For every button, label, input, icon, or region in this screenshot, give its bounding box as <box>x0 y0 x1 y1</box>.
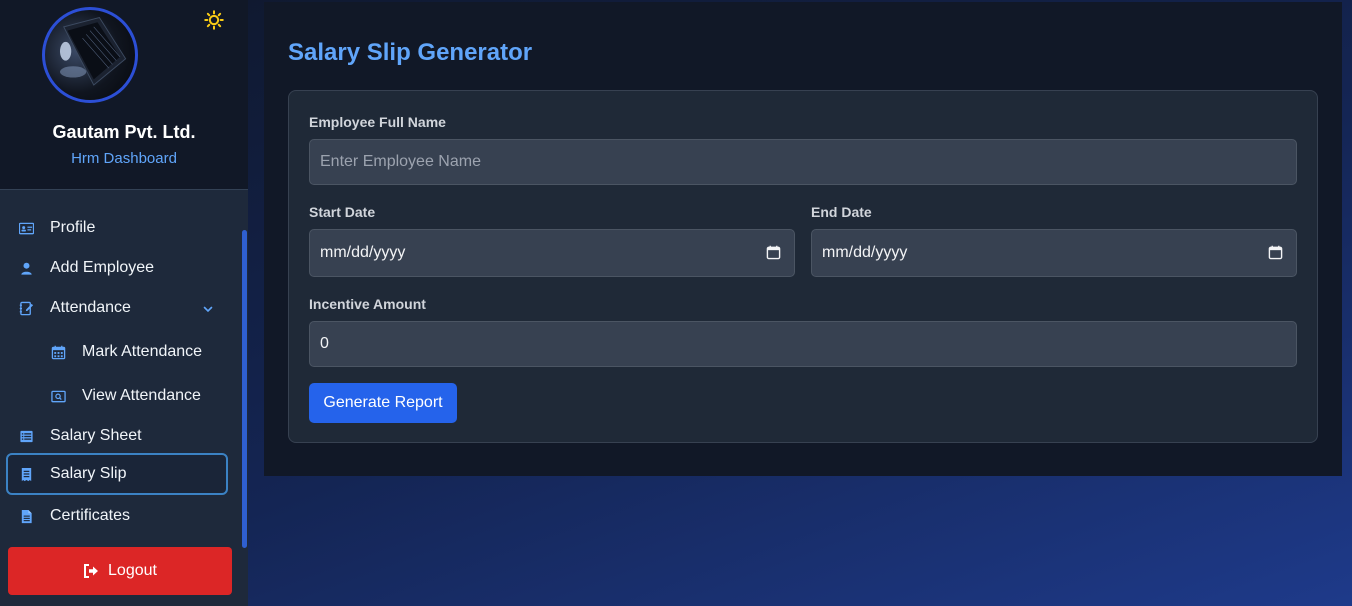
sun-icon <box>204 10 224 30</box>
sidebar-item-label: Profile <box>50 219 96 236</box>
sidebar-header: Gautam Pvt. Ltd. Hrm Dashboard <box>0 0 248 190</box>
sidebar-item-label: View Attendance <box>82 387 201 404</box>
logout-button[interactable]: Logout <box>8 547 232 595</box>
id-card-icon <box>18 220 34 236</box>
sidebar-item-certificates[interactable]: Certificates <box>6 495 228 537</box>
sign-out-icon <box>84 564 99 578</box>
sidebar-item-view-attendance[interactable]: View Attendance <box>6 375 228 417</box>
sidebar-item-label: Attendance <box>50 299 131 316</box>
sidebar-item-label: Mark Attendance <box>82 343 203 360</box>
sidebar-item-mark-attendance[interactable]: Mark Attendance <box>6 331 228 373</box>
end-date-field <box>811 229 1297 277</box>
start-date-field <box>309 229 795 277</box>
sidebar-item-salary-sheet[interactable]: Salary Sheet <box>6 415 228 457</box>
end-date-input[interactable] <box>811 229 1297 277</box>
document-icon <box>18 508 34 524</box>
salary-slip-form: Employee Full Name Start Date End Date I… <box>288 90 1318 443</box>
employee-name-input[interactable] <box>309 139 1297 185</box>
company-logo-avatar <box>42 7 138 103</box>
calendar-icon[interactable] <box>766 245 781 260</box>
search-window-icon <box>50 388 66 404</box>
generate-report-button[interactable]: Generate Report <box>309 383 457 423</box>
sidebar-item-label: Salary Sheet <box>50 427 142 444</box>
main-panel: Salary Slip Generator Employee Full Name… <box>264 2 1342 476</box>
sidebar-item-profile[interactable]: Profile <box>6 207 228 249</box>
sidebar-item-label: Add Employee <box>50 259 155 276</box>
employee-name-label: Employee Full Name <box>309 114 446 130</box>
incentive-amount-label: Incentive Amount <box>309 296 426 312</box>
sidebar-item-label: Salary Slip <box>50 465 127 482</box>
sidebar-scrollbar[interactable] <box>242 230 247 548</box>
sidebar-item-add-employee[interactable]: Add Employee <box>6 247 228 289</box>
list-icon <box>18 428 34 444</box>
dashboard-subtitle: Hrm Dashboard <box>71 150 177 167</box>
logout-label: Logout <box>108 562 157 579</box>
theme-toggle-button[interactable] <box>203 9 225 31</box>
user-icon <box>18 260 34 276</box>
start-date-input[interactable] <box>309 229 795 277</box>
end-date-label: End Date <box>811 204 872 220</box>
chevron-down-icon[interactable] <box>202 303 214 315</box>
receipt-icon <box>18 466 34 482</box>
calendar-icon[interactable] <box>1268 245 1283 260</box>
sidebar-item-label: Certificates <box>50 507 131 524</box>
sidebar-item-salary-slip[interactable]: Salary Slip <box>6 453 228 495</box>
incentive-amount-input[interactable] <box>309 321 1297 367</box>
notebook-pen-icon <box>18 300 34 316</box>
calendar-icon <box>50 344 66 360</box>
company-name: Gautam Pvt. Ltd. <box>52 122 196 142</box>
sidebar: Gautam Pvt. Ltd. Hrm Dashboard Profile A… <box>0 0 248 606</box>
sidebar-item-attendance[interactable]: Attendance <box>6 287 228 329</box>
start-date-label: Start Date <box>309 204 376 220</box>
page-title: Salary Slip Generator <box>288 39 533 66</box>
